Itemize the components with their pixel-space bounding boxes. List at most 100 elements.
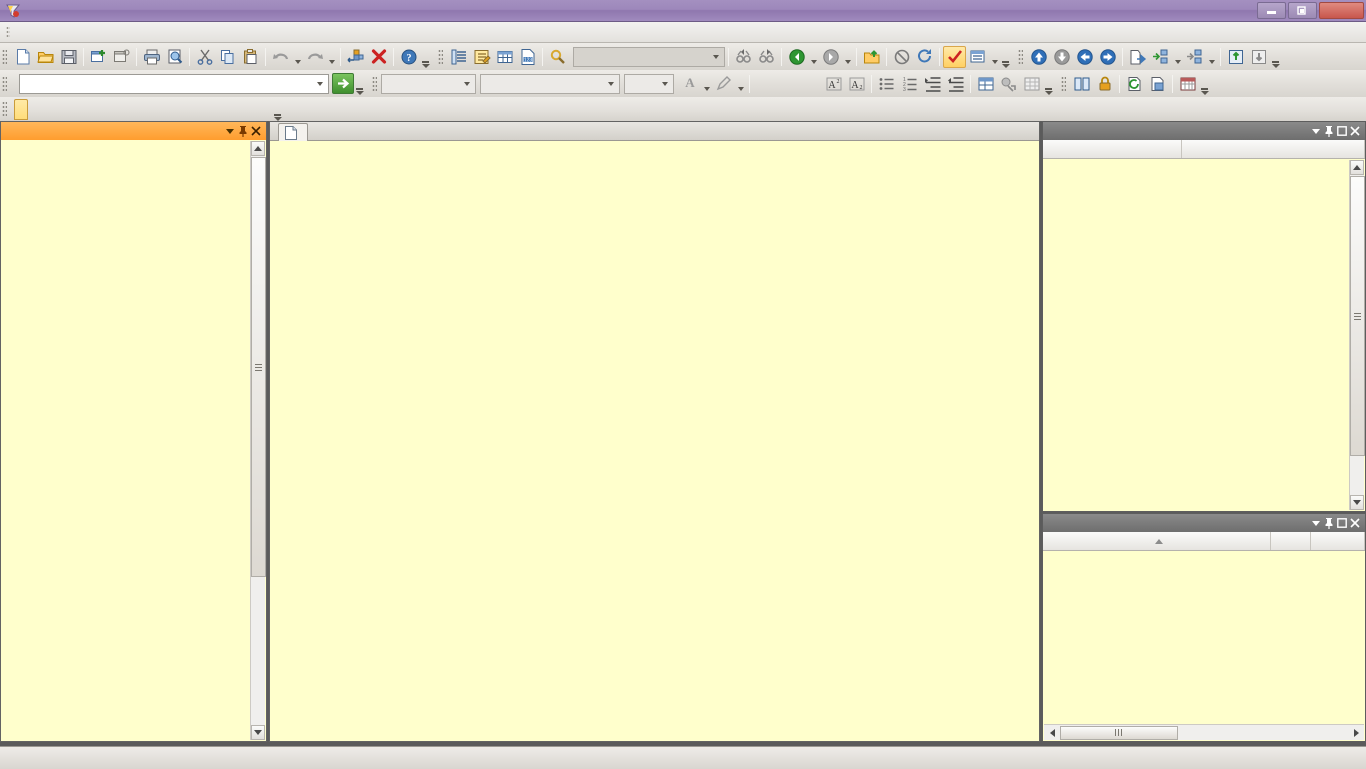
duplicate-window-icon[interactable] (110, 46, 133, 68)
toolbar-grip[interactable] (1018, 48, 1023, 65)
menu-favorites[interactable] (78, 30, 94, 34)
toolbar-grip[interactable] (438, 48, 443, 65)
move-right-icon[interactable] (1096, 46, 1119, 68)
save-icon[interactable] (57, 46, 80, 68)
attributes-vertical-scrollbar[interactable] (1349, 160, 1365, 510)
scroll-thumb[interactable] (251, 157, 266, 577)
toolbar-grip[interactable] (372, 75, 377, 92)
menu-item[interactable] (110, 30, 126, 34)
scroll-thumb[interactable] (1350, 176, 1365, 456)
open-database-tab[interactable] (14, 99, 28, 120)
pin-icon[interactable] (236, 124, 249, 138)
new-document-icon[interactable] (11, 46, 34, 68)
copy-icon[interactable] (216, 46, 239, 68)
promote-icon[interactable] (1224, 46, 1247, 68)
dictionary-icon[interactable] (1070, 73, 1093, 95)
outdent-dropdown-icon[interactable] (1206, 46, 1217, 68)
address-combo[interactable] (19, 73, 329, 94)
close-icon[interactable] (1348, 124, 1361, 138)
convert-icon[interactable] (1146, 73, 1169, 95)
url-tab-overflow-button[interactable] (272, 99, 283, 121)
scroll-right-button[interactable] (1348, 726, 1364, 740)
search-dropdown-icon[interactable] (708, 49, 723, 65)
hyperlink-icon[interactable] (997, 73, 1020, 95)
minimize-button[interactable] (1257, 2, 1286, 19)
indent-icon[interactable] (1149, 46, 1172, 68)
outdent-icon[interactable] (1183, 46, 1206, 68)
toolbar-grip[interactable] (2, 75, 7, 92)
move-left-icon[interactable] (1073, 46, 1096, 68)
child-items-list[interactable] (1044, 552, 1364, 724)
toolbar-overflow-button[interactable] (1000, 46, 1011, 68)
menu-tab[interactable] (94, 30, 110, 34)
maximize-icon[interactable] (1335, 516, 1348, 530)
child-items-horizontal-scrollbar[interactable] (1044, 724, 1364, 740)
indent-dropdown-icon[interactable] (1172, 46, 1183, 68)
forward-dropdown-icon[interactable] (842, 46, 853, 68)
display-dropdown-icon[interactable] (989, 46, 1000, 68)
maximize-icon[interactable] (1335, 124, 1348, 138)
search-combo[interactable] (573, 46, 725, 67)
redo-icon[interactable] (303, 46, 326, 68)
forward-icon[interactable] (819, 46, 842, 68)
chevron-down-icon[interactable] (1309, 516, 1322, 530)
menu-tree[interactable] (142, 30, 158, 34)
explorer-tree[interactable] (2, 141, 250, 740)
decrease-indent-icon[interactable] (944, 73, 967, 95)
increase-indent-icon[interactable] (921, 73, 944, 95)
italic-icon[interactable] (776, 73, 799, 95)
menu-format[interactable] (126, 30, 142, 34)
menu-go[interactable] (62, 30, 78, 34)
menu-edit[interactable] (30, 30, 46, 34)
menu-file[interactable] (14, 30, 30, 34)
pin-icon[interactable] (1322, 516, 1335, 530)
close-icon[interactable] (1348, 516, 1361, 530)
open-folder-icon[interactable] (34, 46, 57, 68)
sync-icon[interactable] (1123, 73, 1146, 95)
font-size-dropdown-icon[interactable] (657, 76, 672, 92)
restore-button[interactable] (1288, 2, 1317, 19)
grid-icon[interactable] (493, 46, 516, 68)
style-combo[interactable] (480, 73, 620, 94)
toolbar-overflow-button[interactable] (1270, 46, 1281, 68)
open-parent-icon[interactable] (860, 46, 883, 68)
arrange-icon[interactable] (344, 46, 367, 68)
insert-table-icon[interactable] (974, 73, 997, 95)
chevron-down-icon[interactable] (223, 124, 236, 138)
document-tab-logistic-curve[interactable] (278, 123, 308, 141)
bullet-list-icon[interactable] (875, 73, 898, 95)
move-down-icon[interactable] (1050, 46, 1073, 68)
font-color-icon[interactable]: A (678, 73, 701, 95)
scroll-thumb[interactable] (1060, 725, 1178, 740)
new-window-icon[interactable] (87, 46, 110, 68)
cut-icon[interactable] (193, 46, 216, 68)
print-preview-icon[interactable] (163, 46, 186, 68)
superscript-icon[interactable]: A2 (822, 73, 845, 95)
table-properties-icon[interactable] (1020, 73, 1043, 95)
calendar-icon[interactable] (1176, 73, 1199, 95)
refresh-icon[interactable] (913, 46, 936, 68)
menu-tools[interactable] (158, 30, 174, 34)
notes-icon[interactable] (470, 46, 493, 68)
scroll-down-button[interactable] (251, 725, 265, 740)
find-prev-icon[interactable] (732, 46, 755, 68)
address-input[interactable] (20, 75, 328, 92)
find-next-icon[interactable] (755, 46, 778, 68)
style-input[interactable] (481, 75, 619, 92)
pin-icon[interactable] (1322, 124, 1335, 138)
delete-icon[interactable] (367, 46, 390, 68)
font-name-dropdown-icon[interactable] (459, 76, 474, 92)
close-button[interactable] (1319, 2, 1364, 19)
highlight-dropdown-icon[interactable] (735, 73, 746, 95)
search-icon[interactable] (546, 46, 569, 68)
address-dropdown-icon[interactable] (312, 76, 327, 92)
stop-icon[interactable] (890, 46, 913, 68)
font-name-combo[interactable] (381, 73, 476, 94)
scroll-down-button[interactable] (1350, 495, 1364, 510)
menu-window[interactable] (174, 30, 190, 34)
font-color-dropdown-icon[interactable] (701, 73, 712, 95)
column-header-attribute[interactable] (1043, 140, 1182, 158)
back-icon[interactable] (785, 46, 808, 68)
column-header-flag[interactable] (1271, 532, 1311, 550)
undo-dropdown-icon[interactable] (292, 46, 303, 68)
